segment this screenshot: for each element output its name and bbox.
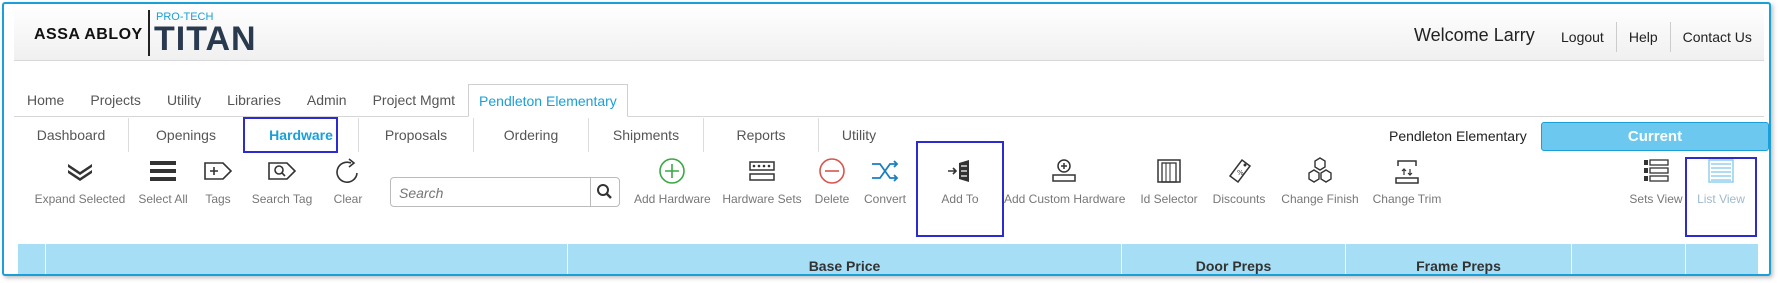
tag-icon — [204, 162, 233, 180]
shuffle-icon — [872, 160, 899, 182]
list-view-button[interactable]: List View — [1692, 154, 1750, 224]
discount-tag-icon: % — [1228, 158, 1252, 184]
search-button[interactable] — [590, 178, 619, 206]
id-selector-button[interactable]: Id Selector — [1138, 154, 1200, 224]
search-input[interactable] — [397, 179, 591, 207]
change-trim-button[interactable]: Change Trim — [1370, 154, 1444, 224]
tab-pendleton-elementary[interactable]: Pendleton Elementary — [468, 84, 628, 117]
current-button[interactable]: Current — [1541, 122, 1769, 151]
remove-circle-icon — [819, 158, 845, 184]
tab-home[interactable]: Home — [14, 84, 77, 116]
search-tag-button[interactable]: Search Tag — [250, 154, 314, 224]
svg-text:%: % — [1237, 169, 1244, 177]
search-icon — [597, 184, 612, 199]
tags-button[interactable]: Tags — [200, 154, 236, 224]
column-header-base-price[interactable]: Base Price — [568, 244, 1122, 274]
app-header: ASSA ABLOY PRO-TECH TITAN Welcome Larry … — [14, 4, 1764, 61]
list-icon — [150, 161, 176, 181]
tab-libraries[interactable]: Libraries — [214, 84, 294, 116]
project-name: Pendleton Elementary — [1389, 128, 1527, 144]
list-view-icon — [1708, 159, 1734, 183]
add-hardware-button[interactable]: Add Hardware — [634, 154, 711, 224]
contact-us-link[interactable]: Contact Us — [1669, 22, 1764, 52]
sets-view-button[interactable]: Sets View — [1628, 154, 1684, 224]
column-header-frame-preps[interactable]: Frame Preps — [1346, 244, 1572, 274]
subtab-ordering[interactable]: Ordering — [474, 118, 589, 152]
logout-link[interactable]: Logout — [1549, 22, 1616, 52]
delete-button[interactable]: Delete — [812, 154, 852, 224]
discounts-button[interactable]: % Discounts — [1208, 154, 1270, 224]
subtab-utility[interactable]: Utility — [819, 118, 899, 152]
brand-logo: ASSA ABLOY — [34, 26, 143, 43]
subtab-shipments[interactable]: Shipments — [589, 118, 704, 152]
app-window: ASSA ABLOY PRO-TECH TITAN Welcome Larry … — [2, 2, 1771, 276]
tab-utility[interactable]: Utility — [154, 84, 214, 116]
hexagons-icon — [1308, 157, 1332, 183]
subtab-hardware[interactable]: Hardware — [244, 118, 359, 152]
search-box — [390, 177, 620, 207]
column-header-door-preps[interactable]: Door Preps — [1122, 244, 1346, 274]
column-header-select[interactable] — [18, 244, 46, 274]
search-tag-icon — [268, 162, 297, 180]
add-circle-icon — [659, 158, 685, 184]
select-all-button[interactable]: Select All — [136, 154, 190, 224]
tab-admin[interactable]: Admin — [294, 84, 360, 116]
change-trim-icon — [1395, 160, 1419, 184]
subtab-dashboard[interactable]: Dashboard — [14, 118, 129, 152]
column-header-extra-2[interactable] — [1686, 244, 1746, 274]
subtab-reports[interactable]: Reports — [704, 118, 819, 152]
sub-tabs: Dashboard Openings Hardware Proposals Or… — [14, 118, 899, 152]
main-tabs: Home Projects Utility Libraries Admin Pr… — [14, 84, 1764, 117]
welcome-message: Welcome Larry — [1414, 25, 1535, 45]
product-logo: TITAN — [154, 20, 257, 58]
tab-projects[interactable]: Projects — [77, 84, 154, 116]
hardware-sets-button[interactable]: Hardware Sets — [722, 154, 802, 224]
column-header-extra-1[interactable] — [1572, 244, 1686, 274]
expand-icon — [68, 164, 92, 181]
refresh-icon — [336, 158, 358, 183]
add-custom-hardware-icon — [1052, 159, 1076, 182]
add-to-button[interactable]: Add To — [926, 154, 994, 224]
add-custom-hardware-button[interactable]: Add Custom Hardware — [1004, 154, 1125, 224]
table-header: Base Price Door Preps Frame Preps — [18, 244, 1758, 274]
add-to-icon — [948, 160, 969, 182]
help-link[interactable]: Help — [1615, 22, 1670, 52]
subtab-proposals[interactable]: Proposals — [359, 118, 474, 152]
clear-button[interactable]: Clear — [328, 154, 368, 224]
header-links: Logout Help Contact Us — [1549, 22, 1764, 52]
convert-button[interactable]: Convert — [862, 154, 908, 224]
expand-selected-button[interactable]: Expand Selected — [28, 154, 132, 224]
subtab-openings[interactable]: Openings — [129, 118, 244, 152]
sets-view-icon — [1644, 159, 1669, 182]
column-header-blank[interactable] — [46, 244, 568, 274]
hardware-sets-icon — [749, 161, 775, 181]
change-finish-button[interactable]: Change Finish — [1280, 154, 1360, 224]
logo-divider — [148, 10, 150, 56]
door-frame-icon — [1157, 159, 1181, 183]
tab-project-mgmt[interactable]: Project Mgmt — [360, 84, 468, 116]
